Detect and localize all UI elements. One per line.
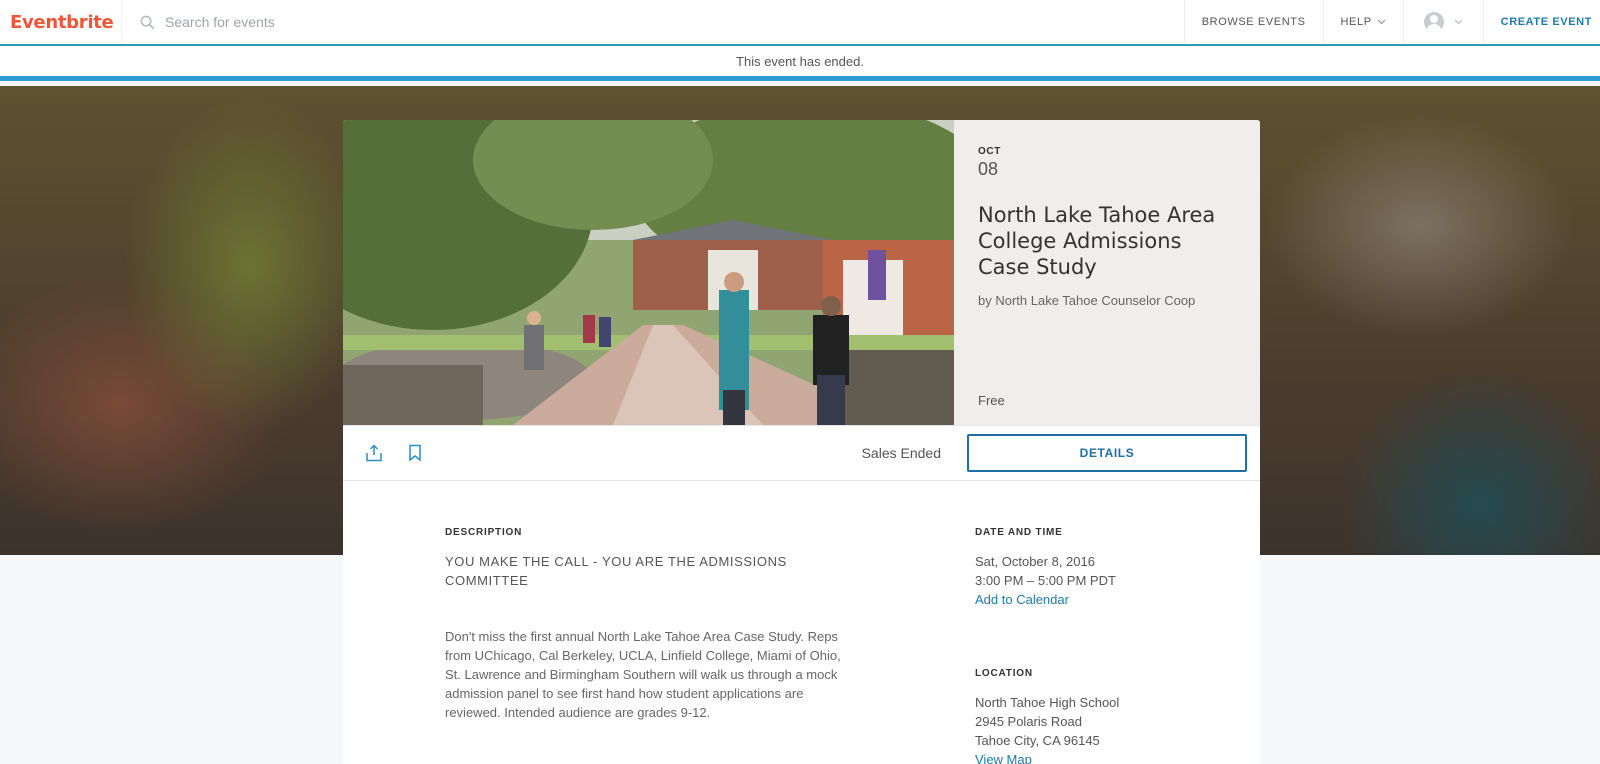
event-day: 08 — [978, 159, 999, 179]
share-icon — [366, 444, 382, 462]
help-menu[interactable]: HELP — [1322, 0, 1403, 44]
event-organizer[interactable]: by North Lake Tahoe Counselor Coop — [978, 293, 1236, 308]
add-to-calendar-link[interactable]: Add to Calendar — [975, 590, 1235, 609]
event-content: DESCRIPTION YOU MAKE THE CALL - YOU ARE … — [343, 481, 1260, 764]
venue-name: North Tahoe High School — [975, 695, 1120, 710]
venue-street: 2945 Polaris Road — [975, 714, 1082, 729]
avatar-icon — [1423, 12, 1444, 32]
bookmark-icon — [409, 444, 421, 462]
search-input[interactable] — [165, 14, 545, 30]
create-event-link[interactable]: CREATE EVENT — [1482, 0, 1600, 44]
details-button[interactable]: DETAILS — [967, 434, 1247, 472]
top-navigation-bar: Eventbrite BROWSE EVENTS HELP CREATE EVE… — [0, 0, 1600, 46]
location-label: LOCATION — [975, 668, 1033, 679]
sales-status: Sales Ended — [861, 445, 941, 461]
event-card: OCT 08 North Lake Tahoe Area College Adm… — [343, 120, 1260, 764]
event-photo — [343, 120, 954, 425]
event-date: Sat, October 8, 2016 — [975, 554, 1095, 569]
help-label: HELP — [1340, 16, 1372, 28]
browse-events-link[interactable]: BROWSE EVENTS — [1183, 0, 1323, 44]
event-ended-banner: This event has ended. — [0, 46, 1600, 81]
description-section: DESCRIPTION YOU MAKE THE CALL - YOU ARE … — [445, 527, 865, 722]
search-bar[interactable] — [122, 0, 1184, 44]
description-heading: YOU MAKE THE CALL - YOU ARE THE ADMISSIO… — [445, 554, 787, 588]
account-menu[interactable] — [1402, 0, 1483, 44]
event-price: Free — [978, 393, 1005, 408]
description-label: DESCRIPTION — [445, 527, 523, 538]
share-button[interactable] — [354, 433, 394, 473]
eventbrite-logo[interactable]: Eventbrite — [0, 0, 122, 44]
view-map-link[interactable]: View Map — [975, 750, 1235, 764]
search-icon — [140, 15, 155, 29]
event-month: OCT — [978, 146, 1001, 157]
date-time-label: DATE AND TIME — [975, 527, 1063, 538]
chevron-down-icon — [1454, 19, 1463, 25]
event-info-sidebar: DATE AND TIME Sat, October 8, 2016 3:00 … — [975, 527, 1235, 764]
event-actions-bar: Sales Ended DETAILS — [343, 425, 1260, 481]
description-body: Don't miss the first annual North Lake T… — [445, 629, 841, 720]
event-summary-panel: OCT 08 North Lake Tahoe Area College Adm… — [954, 120, 1260, 425]
chevron-down-icon — [1377, 19, 1386, 25]
bookmark-button[interactable] — [395, 433, 435, 473]
event-title: North Lake Tahoe Area College Admissions… — [978, 203, 1216, 279]
venue-city: Tahoe City, CA 96145 — [975, 733, 1100, 748]
event-time: 3:00 PM – 5:00 PM PDT — [975, 573, 1116, 588]
